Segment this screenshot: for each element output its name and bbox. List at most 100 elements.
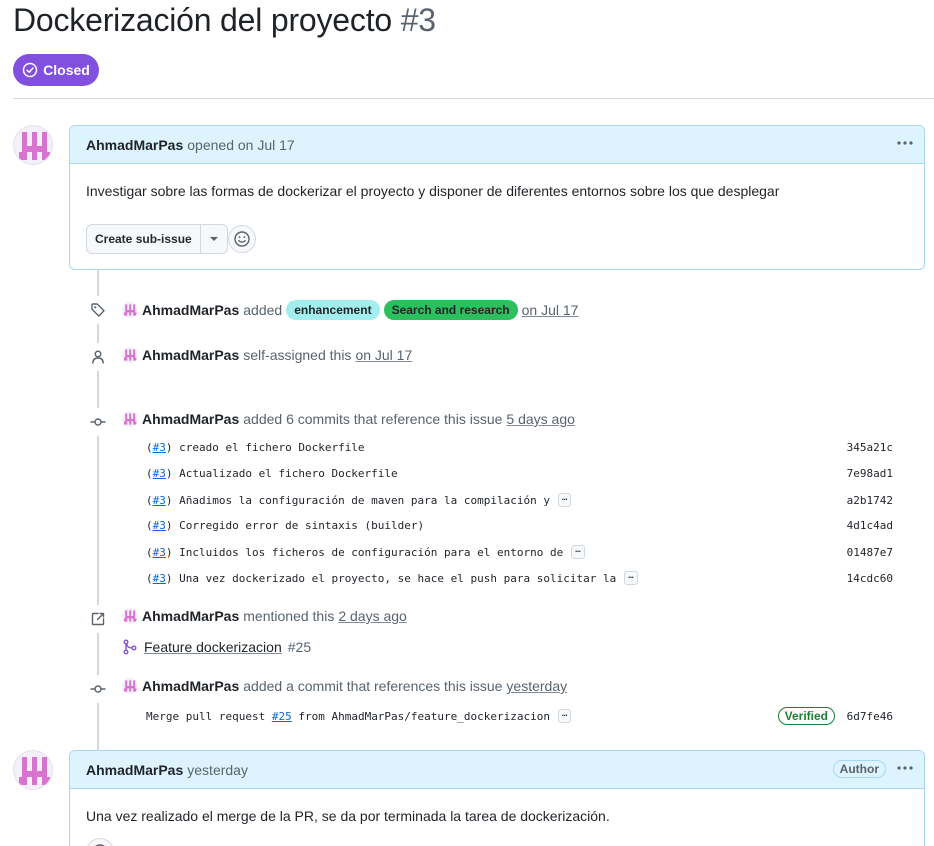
commit-pr-ref[interactable]: #25 — [272, 710, 292, 723]
linked-pull-request[interactable]: Feature dockerizacion #25 — [122, 639, 311, 655]
commit-message-prefix[interactable]: Merge pull request — [146, 710, 272, 723]
event-action: added a commit that references this issu… — [243, 678, 503, 694]
event-action: self-assigned this — [243, 347, 352, 363]
assign-event: AhmadMarPas self-assigned this on Jul 17 — [122, 347, 412, 363]
event-time[interactable]: on Jul 17 — [522, 302, 579, 318]
commit-message[interactable]: Corregido error de sintaxis (builder) — [179, 519, 424, 532]
verified-badge[interactable]: Verified — [777, 707, 835, 725]
commit-message[interactable]: Añadimos la configuración de maven para … — [179, 494, 550, 507]
commit-message[interactable]: Incluidos los ficheros de configuración … — [179, 546, 563, 559]
commit-row: (#3) Actualizado el fichero Dockerfile 7… — [146, 467, 893, 480]
issue-number: #3 — [400, 2, 436, 38]
issue-title-text: Dockerización del proyecto — [13, 2, 392, 38]
event-avatar[interactable] — [122, 302, 138, 318]
commit-row: (#3) Una vez dockerizado el proyecto, se… — [146, 571, 893, 585]
commit-row: (#3) creado el fichero Dockerfile 345a21… — [146, 441, 893, 454]
commit-ref-open: ( — [146, 545, 153, 559]
issue-state-label: Closed — [43, 62, 90, 78]
commit-issue-ref[interactable]: #3 — [153, 546, 166, 559]
git-merged-icon — [122, 639, 138, 655]
issue-state-badge: Closed — [13, 54, 99, 86]
commit-message[interactable]: Una vez dockerizado el proyecto, se hace… — [179, 572, 616, 585]
event-time[interactable]: 5 days ago — [506, 411, 575, 427]
commit-message[interactable]: Actualizado el fichero Dockerfile — [179, 467, 398, 480]
closing-comment: AhmadMarPas yesterday Author Una vez rea… — [69, 750, 925, 846]
author-avatar[interactable] — [13, 125, 53, 165]
author-avatar[interactable] — [13, 750, 53, 790]
commit-sha[interactable]: 14cdc60 — [847, 572, 893, 585]
smiley-icon[interactable] — [228, 225, 256, 253]
expand-commit-message-button[interactable]: … — [571, 545, 585, 559]
comment-author[interactable]: AhmadMarPas — [86, 137, 183, 153]
git-commit-icon — [84, 408, 112, 436]
commit-ref-close: ) — [165, 545, 180, 559]
pr-number[interactable]: #25 — [288, 639, 311, 655]
expand-commit-message-button[interactable]: … — [624, 571, 638, 585]
event-avatar[interactable] — [122, 678, 138, 694]
commits-event: AhmadMarPas added 6 commits that referen… — [122, 411, 575, 427]
comment-header: AhmadMarPas yesterday Author — [70, 751, 924, 789]
event-avatar[interactable] — [122, 347, 138, 363]
event-author[interactable]: AhmadMarPas — [142, 678, 239, 694]
create-sub-issue-button[interactable]: Create sub-issue — [87, 225, 201, 253]
commit-ref-open: ( — [146, 467, 153, 480]
commit-issue-ref[interactable]: #3 — [153, 519, 166, 532]
event-time[interactable]: 2 days ago — [338, 608, 407, 624]
event-action: mentioned this — [243, 608, 335, 624]
commit-sha[interactable]: 6d7fe46 — [847, 710, 893, 723]
commit-message-suffix[interactable]: from AhmadMarPas/feature_dockerizacion — [292, 710, 550, 723]
commit-sha[interactable]: 01487e7 — [847, 546, 893, 559]
event-avatar[interactable] — [122, 608, 138, 624]
commit-issue-ref[interactable]: #3 — [153, 572, 166, 585]
commit-ref-close: ) — [165, 441, 180, 454]
commit-issue-ref[interactable]: #3 — [153, 494, 166, 507]
header-divider — [13, 98, 934, 99]
kebab-horizontal-icon[interactable] — [896, 135, 914, 156]
commit-sha[interactable]: 345a21c — [847, 441, 893, 454]
event-author[interactable]: AhmadMarPas — [142, 347, 239, 363]
label-search-and-research[interactable]: Search and research — [383, 300, 518, 320]
smiley-icon[interactable] — [86, 838, 114, 846]
comment-author[interactable]: AhmadMarPas — [86, 762, 183, 778]
tag-icon — [84, 296, 112, 324]
kebab-horizontal-icon[interactable] — [896, 760, 914, 781]
event-author[interactable]: AhmadMarPas — [142, 608, 239, 624]
commit-ref-open: ( — [146, 519, 153, 532]
commit-ref-close: ) — [165, 519, 180, 532]
git-commit-icon — [84, 675, 112, 703]
commit-sha[interactable]: 4d1c4ad — [847, 519, 893, 532]
commit-ref-open: ( — [146, 441, 153, 454]
commit-ref-open: ( — [146, 571, 153, 585]
event-time[interactable]: on Jul 17 — [355, 347, 412, 363]
commit-ref-close: ) — [165, 493, 180, 507]
commit-message[interactable]: creado el fichero Dockerfile — [179, 441, 364, 454]
commit-sha[interactable]: a2b1742 — [847, 494, 893, 507]
commit-row: (#3) Corregido error de sintaxis (builde… — [146, 519, 893, 532]
event-author[interactable]: AhmadMarPas — [142, 302, 239, 318]
commit-issue-ref[interactable]: #3 — [153, 467, 166, 480]
mention-event: AhmadMarPas mentioned this 2 days ago — [122, 608, 407, 624]
expand-commit-message-button[interactable]: … — [558, 493, 572, 507]
commit-issue-ref[interactable]: #3 — [153, 441, 166, 454]
event-author[interactable]: AhmadMarPas — [142, 411, 239, 427]
pr-title[interactable]: Feature dockerizacion — [144, 639, 282, 655]
issue-closed-icon — [22, 62, 38, 78]
issue-title: Dockerización del proyecto #3 — [13, 2, 436, 39]
comment-action: opened on Jul 17 — [187, 136, 295, 153]
event-action: added 6 commits that reference this issu… — [243, 411, 503, 427]
commit-sha[interactable]: 7e98ad1 — [847, 467, 893, 480]
event-avatar[interactable] — [122, 411, 138, 427]
labels-event: AhmadMarPas added enhancement Search and… — [122, 300, 578, 320]
event-time[interactable]: yesterday — [506, 678, 567, 694]
commit-ref-open: ( — [146, 493, 153, 507]
triangle-down-icon[interactable] — [201, 225, 227, 253]
commit-event: AhmadMarPas added a commit that referenc… — [122, 678, 567, 694]
expand-commit-message-button[interactable]: … — [558, 709, 572, 723]
create-sub-issue-button-group: Create sub-issue — [86, 224, 228, 254]
comment-time[interactable]: yesterday — [187, 762, 248, 778]
label-enhancement[interactable]: enhancement — [286, 300, 380, 320]
comment-body: Investigar sobre las formas de dockeriza… — [86, 183, 780, 199]
person-icon — [84, 343, 112, 371]
commit-row: (#3) Añadimos la configuración de maven … — [146, 493, 893, 507]
commit-row: (#3) Incluidos los ficheros de configura… — [146, 545, 893, 559]
